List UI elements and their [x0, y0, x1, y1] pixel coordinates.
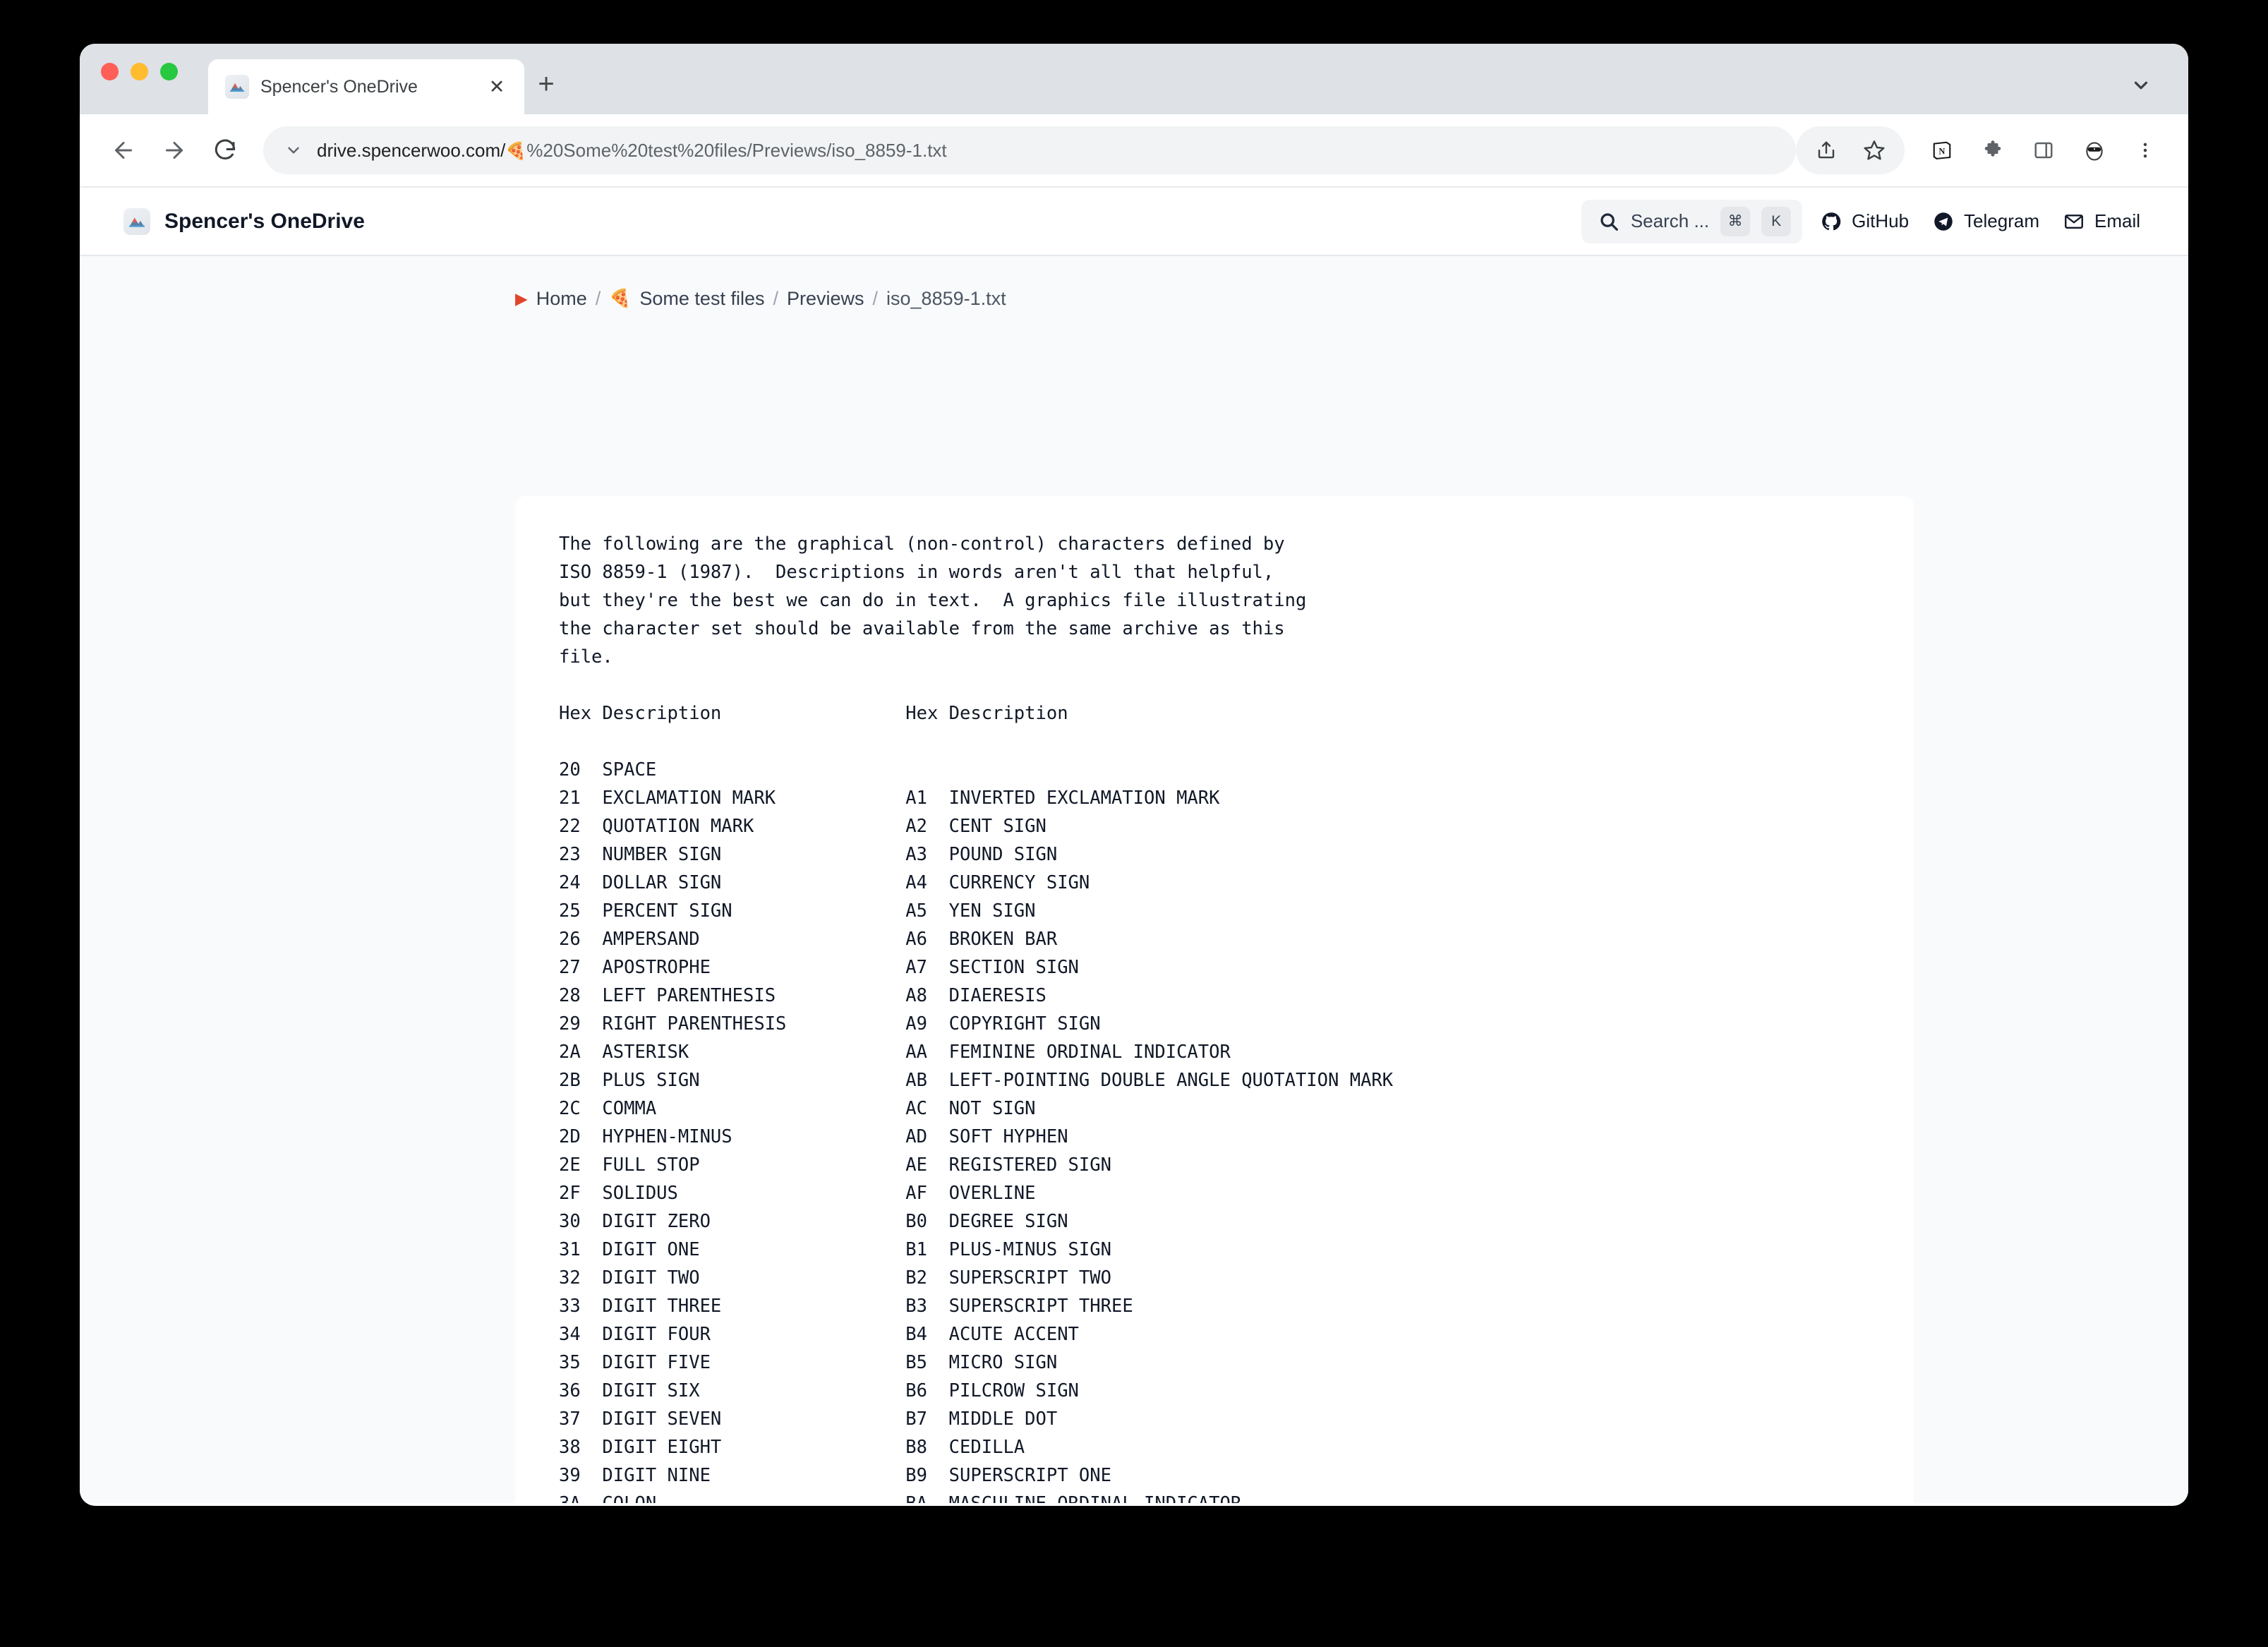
close-window-button[interactable] [101, 63, 119, 80]
browser-menu-icon[interactable] [2123, 128, 2167, 172]
side-panel-icon[interactable] [2022, 128, 2065, 172]
minimize-window-button[interactable] [131, 63, 148, 80]
svg-text:N: N [1938, 146, 1945, 156]
extension-icon-group: N [1920, 128, 2167, 172]
chevron-down-icon[interactable] [284, 141, 303, 159]
mountain-icon [225, 75, 249, 99]
back-icon[interactable] [98, 125, 149, 176]
header-link-email[interactable]: Email [2058, 210, 2146, 232]
file-preview-card: The following are the graphical (non-con… [515, 496, 1914, 1503]
play-arrow-icon: ▶ [515, 289, 528, 308]
search-input[interactable]: Search ... ⌘ K [1581, 200, 1802, 243]
header-link-github-label: GitHub [1852, 210, 1909, 232]
url-emoji: 🍕 [505, 141, 526, 162]
site-brand[interactable]: Spencer's OneDrive [123, 208, 365, 235]
close-icon[interactable]: ✕ [485, 75, 509, 99]
kbd-command: ⌘ [1720, 207, 1750, 236]
maximize-window-button[interactable] [160, 63, 178, 80]
breadcrumb-item-some-test-files[interactable]: Some test files [639, 288, 764, 310]
omnibox-action-group [1796, 126, 1905, 174]
browser-tab-active[interactable]: Spencer's OneDrive ✕ [208, 59, 524, 114]
kbd-k: K [1761, 207, 1791, 236]
header-link-telegram[interactable]: Telegram [1927, 210, 2045, 232]
site-title: Spencer's OneDrive [164, 210, 365, 234]
header-link-github[interactable]: GitHub [1815, 210, 1914, 232]
forward-icon[interactable] [149, 125, 200, 176]
window-traffic-lights [101, 44, 178, 114]
breadcrumb-separator: / [596, 288, 601, 310]
profile-avatar-icon[interactable] [2073, 128, 2116, 172]
bookmark-star-icon[interactable] [1852, 128, 1896, 172]
search-icon [1598, 211, 1619, 232]
envelope-icon [2063, 211, 2085, 232]
browser-tab-title: Spencer's OneDrive [260, 77, 473, 97]
extensions-puzzle-icon[interactable] [1971, 128, 2015, 172]
search-placeholder: Search ... [1631, 210, 1709, 232]
reload-icon[interactable] [200, 125, 251, 176]
breadcrumb-item-home[interactable]: Home [536, 288, 587, 310]
telegram-icon [1933, 211, 1954, 232]
site-header: Spencer's OneDrive Search ... ⌘ K [80, 188, 2188, 256]
header-link-email-label: Email [2094, 210, 2140, 232]
breadcrumb-separator: / [873, 288, 879, 310]
url-path: %20Some%20test%20files/Previews/iso_8859… [526, 140, 946, 162]
address-bar-url: drive.spencerwoo.com/🍕%20Some%20test%20f… [317, 140, 947, 162]
page-viewport: Spencer's OneDrive Search ... ⌘ K [80, 188, 2188, 1503]
chevron-down-icon[interactable] [2125, 69, 2157, 102]
site-header-right: Search ... ⌘ K GitHub [1581, 200, 2146, 243]
browser-toolbar: drive.spencerwoo.com/🍕%20Some%20test%20f… [80, 114, 2188, 188]
header-link-telegram-label: Telegram [1964, 210, 2039, 232]
address-bar[interactable]: drive.spencerwoo.com/🍕%20Some%20test%20f… [263, 126, 1796, 174]
new-tab-button[interactable]: + [524, 59, 568, 114]
github-icon [1821, 211, 1842, 232]
url-host: drive.spencerwoo.com/ [317, 140, 505, 162]
share-icon[interactable] [1804, 128, 1848, 172]
breadcrumb-item-current-file: iso_8859-1.txt [886, 288, 1006, 310]
breadcrumb: ▶ Home / 🍕 Some test files / Previews / … [80, 256, 2188, 310]
breadcrumb-item-previews[interactable]: Previews [787, 288, 864, 310]
pizza-icon: 🍕 [609, 289, 631, 309]
browser-window: Spencer's OneDrive ✕ + [80, 44, 2188, 1506]
notion-extension-icon[interactable]: N [1920, 128, 1964, 172]
file-preview-text: The following are the graphical (non-con… [515, 530, 1914, 1503]
breadcrumb-separator: / [773, 288, 778, 310]
mountain-icon [123, 208, 150, 235]
tab-strip: Spencer's OneDrive ✕ + [80, 44, 2188, 114]
